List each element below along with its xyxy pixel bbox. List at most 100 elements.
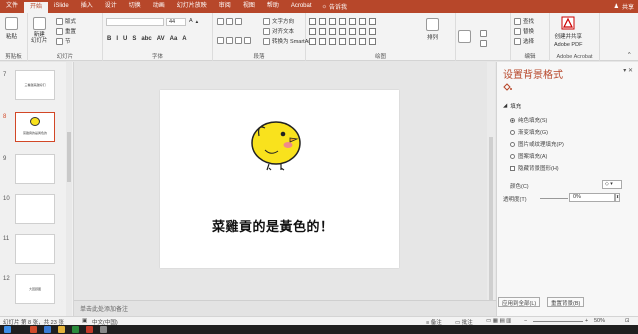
hide-graphics-checkbox[interactable]: 隐藏背景图形(H) [510,164,559,172]
taskbar-app-icon[interactable] [30,326,37,333]
apply-all-button[interactable]: 应用到全部(L) [498,297,541,307]
fill-radio-option[interactable]: 纯色填充(S) [510,116,547,124]
shape-icon[interactable] [319,28,326,35]
shape-icon[interactable] [349,38,356,45]
create-pdf-button[interactable]: 创建并共享 Adobe PDF [554,16,582,48]
fit-slide-icon[interactable]: ⊡ [625,318,630,324]
fill-radio-option[interactable]: 图片或纹理填充(P) [510,140,564,148]
tab-7[interactable]: 幻灯片放映 [171,0,213,13]
zoom-in-icon[interactable]: + [585,318,588,324]
transparency-input[interactable]: 0% [569,193,615,202]
tab-5[interactable]: 切换 [123,0,147,13]
fill-bucket-icon[interactable] [503,82,512,91]
align-buttons[interactable] [217,37,251,44]
paste-button[interactable]: 粘贴 [5,17,18,40]
new-slide-button[interactable]: 新建 幻灯片 [31,17,48,44]
fill-radio-option[interactable]: 图案填充(A) [510,152,547,160]
spelling-icon[interactable]: ▣ [82,318,87,324]
tab-9[interactable]: 视图 [237,0,261,13]
current-slide[interactable]: 菜雞貢的是黃色的！ [160,90,399,268]
tell-me-box[interactable]: ☼ 告诉我 [322,2,348,12]
align-text-button[interactable]: 对齐文本 [263,27,294,35]
shape-icon[interactable] [369,28,376,35]
shape-icon[interactable] [369,38,376,45]
thumbnail-scrollbar[interactable] [66,62,72,316]
arrange-button[interactable]: 排列 [426,18,439,41]
font-name-combo[interactable] [106,18,164,26]
shape-fill-button[interactable] [480,30,487,37]
text-direction-button[interactable]: 文字方向 [263,17,294,25]
fill-section-header[interactable]: ◢ 填充 [503,102,521,110]
slide-scrollbar[interactable] [487,62,495,317]
shape-icon[interactable] [339,38,346,45]
layout-button[interactable]: 版式 [56,17,76,25]
font-format-button[interactable]: Aa [170,36,178,42]
tab-3[interactable]: 插入 [75,0,99,13]
taskbar-app-icon[interactable] [44,326,51,333]
shape-icon[interactable] [349,28,356,35]
smartart-button[interactable]: 转换为 SmartArt [263,37,312,45]
slide-thumbnail[interactable] [15,154,55,184]
slide-caption[interactable]: 菜雞貢的是黃色的！ [212,216,334,235]
shape-icon[interactable] [329,28,336,35]
shape-icon[interactable] [329,18,336,25]
view-buttons[interactable]: ▭ ▦ ▤ ▥ [486,318,511,324]
section-button[interactable]: 节 [56,37,71,45]
tab-11[interactable]: Acrobat [285,0,318,13]
tab-1[interactable]: 开始 [24,2,49,13]
transparency-spinner[interactable]: ⬍ [615,193,620,202]
tab-6[interactable]: 动画 [147,0,171,13]
taskbar-app-icon[interactable] [100,326,107,333]
font-format-button[interactable]: U [123,36,127,42]
shape-icon[interactable] [309,38,316,45]
slide-thumbnail[interactable] [15,194,55,224]
quick-styles-button[interactable] [458,30,471,43]
slide-thumbnail[interactable]: 三看越来越好们 [15,70,55,100]
tab-8[interactable]: 审阅 [213,0,237,13]
color-picker-button[interactable]: ◇ ▾ [602,180,622,189]
slide-thumbnail[interactable]: 大回顾图 [15,274,55,304]
shape-icon[interactable] [359,38,366,45]
zoom-level[interactable]: 50% [594,318,605,324]
find-button[interactable]: 查找 [514,17,534,25]
select-button[interactable]: 选择 [514,37,534,45]
close-icon[interactable]: ▾ ✕ [623,67,633,74]
slide-thumbnail[interactable]: 菜雞貢的是黃色的 [15,112,55,142]
font-size-combo[interactable]: 44 [166,18,186,26]
font-format-button[interactable]: abc [141,36,151,42]
font-format-button[interactable]: AV [157,36,165,42]
share-button[interactable]: ♟ 共享 [614,0,634,13]
shape-icon[interactable] [319,38,326,45]
shape-icon[interactable] [309,28,316,35]
transparency-slider[interactable] [540,198,568,199]
slide-scroll-thumb[interactable] [489,137,493,317]
shape-outline-button[interactable] [480,40,487,47]
shape-icon[interactable] [319,18,326,25]
shape-icon[interactable] [359,28,366,35]
reset-button[interactable]: 重置 [56,27,76,35]
shape-icon[interactable] [339,18,346,25]
shape-icon[interactable] [309,18,316,25]
font-format-button[interactable]: S [132,36,136,42]
zoom-out-icon[interactable]: − [524,318,527,324]
font-format-button[interactable]: I [116,36,118,42]
tab-0[interactable]: 文件 [0,0,24,13]
zoom-slider[interactable] [533,321,583,322]
yellow-chick-image[interactable] [245,112,307,174]
shapes-gallery[interactable] [309,18,377,54]
font-format-button[interactable]: A [182,36,186,42]
slide-thumbnail[interactable] [15,234,55,264]
taskbar-app-icon[interactable] [72,326,79,333]
tab-4[interactable]: 设计 [99,0,123,13]
replace-button[interactable]: 替换 [514,27,534,35]
tab-10[interactable]: 帮助 [261,0,285,13]
thumbnail-scroll-thumb[interactable] [67,132,71,182]
shape-icon[interactable] [359,18,366,25]
reset-background-button[interactable]: 重置背景(B) [547,297,585,307]
shape-icon[interactable] [349,18,356,25]
tab-2[interactable]: iSlide [48,0,75,13]
fill-radio-option[interactable]: 渐变填充(G) [510,128,548,136]
font-format-button[interactable]: B [107,36,111,42]
shape-icon[interactable] [329,38,336,45]
grow-font-button[interactable]: A ▲ [189,18,199,24]
